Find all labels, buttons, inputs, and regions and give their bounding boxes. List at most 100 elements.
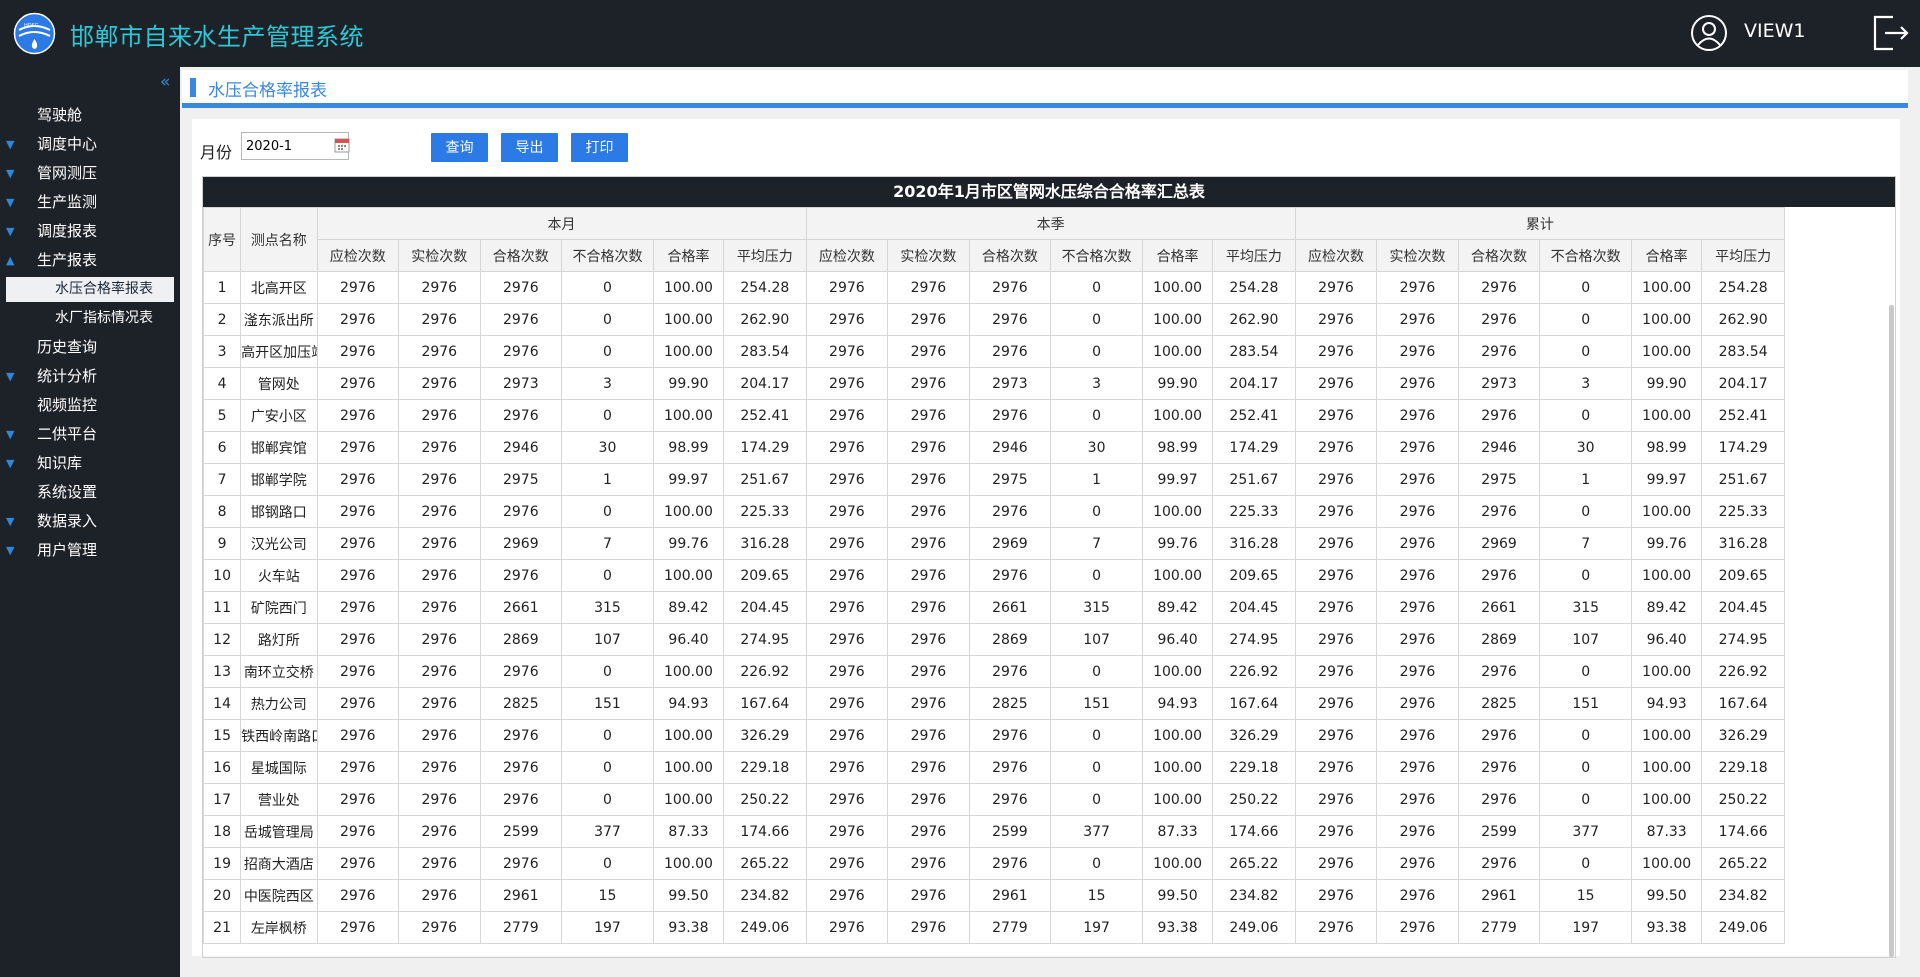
table-cell: 2869 <box>1457 623 1541 656</box>
sidebar-item[interactable]: 系统设置 <box>0 478 180 507</box>
sidebar-item[interactable]: ▼ 知识库 <box>0 449 180 478</box>
table-cell: 98.99 <box>652 431 725 464</box>
table-cell: 5 <box>203 399 242 432</box>
table-cell: 2976 <box>398 815 481 848</box>
table-cell: 2976 <box>1376 719 1459 752</box>
double-chevron-left-icon[interactable]: « <box>160 72 170 92</box>
sidebar-item[interactable]: ▼ 用户管理 <box>0 536 180 565</box>
table-row: 15 铁西岭南路口 2976 2976 2976 0 100.00 326.29 2976 297… <box>203 719 1785 752</box>
table-cell: 2976 <box>316 815 400 848</box>
table-cell: 2976 <box>1457 751 1541 784</box>
table-cell: 2976 <box>1294 335 1378 368</box>
table-cell: 0 <box>1539 559 1633 592</box>
table-row: 3 高开区加压站 2976 2976 2976 0 100.00 283.54 2976 2976… <box>203 335 1785 368</box>
table-cell: 2976 <box>398 399 481 432</box>
user-name[interactable]: VIEW1 <box>1744 20 1805 42</box>
sidebar-item[interactable]: ▼ 生产监测 <box>0 188 180 217</box>
table-cell: 16 <box>203 751 242 784</box>
table-cell: 262.90 <box>1701 303 1785 336</box>
table-cell: 229.18 <box>723 751 807 784</box>
table-row: 10 火车站 2976 2976 2976 0 100.00 209.65 2976 2976 29… <box>203 559 1785 592</box>
table-cell: 30 <box>1539 431 1633 464</box>
table-cell: 0 <box>561 847 654 880</box>
table-cell: 151 <box>1050 687 1143 720</box>
table-cell: 0 <box>1539 847 1633 880</box>
table-cell: 2976 <box>1294 655 1378 688</box>
table-cell: 2976 <box>316 271 400 304</box>
table-cell: 100.00 <box>1141 335 1214 368</box>
table-cell: 2976 <box>805 847 889 880</box>
table-cell: 2976 <box>398 879 481 912</box>
sidebar-subitem[interactable]: 水厂指标情况表 <box>0 304 180 333</box>
sidebar-subitem-active[interactable]: 水压合格率报表 <box>6 277 174 302</box>
user-icon[interactable] <box>1690 14 1728 52</box>
table-cell: 2976 <box>1294 911 1378 944</box>
sidebar-item[interactable]: ▼ 二供平台 <box>0 420 180 449</box>
table-cell: 2976 <box>887 911 970 944</box>
table-cell: 254.28 <box>1701 271 1785 304</box>
table-cell: 100.00 <box>1141 783 1214 816</box>
sidebar-item-label: 驾驶舱 <box>37 106 83 124</box>
table-row: 18 岳城管理局 2976 2976 2599 377 87.33 174.66 2976 297… <box>203 815 1785 848</box>
table-cell: 249.06 <box>1701 911 1785 944</box>
table-cell: 2976 <box>805 591 889 624</box>
table-cell: 107 <box>1539 623 1633 656</box>
table-cell: 0 <box>1050 719 1143 752</box>
table-cell: 377 <box>1050 815 1143 848</box>
table-cell: 265.22 <box>1701 847 1785 880</box>
table-cell: 15 <box>203 719 242 752</box>
table-cell: 262.90 <box>723 303 807 336</box>
table-cell: 265.22 <box>1212 847 1296 880</box>
table-cell: 7 <box>1050 527 1143 560</box>
table-cell: 99.97 <box>652 463 725 496</box>
report-panel: 月份 查询 导出 打印 2020年1月市区管网水压综合合格率汇总表 序号 测点名… <box>192 119 1900 958</box>
sidebar-item[interactable]: 视频监控 <box>0 391 180 420</box>
table-cell: 2976 <box>1457 655 1541 688</box>
vertical-scrollbar[interactable] <box>1889 305 1894 957</box>
sidebar-item[interactable]: ▲ 生产报表 <box>0 246 180 275</box>
table-cell: 2976 <box>805 495 889 528</box>
table-cell: 0 <box>1539 783 1633 816</box>
sidebar-item[interactable]: 历史查询 <box>0 333 180 362</box>
app-title: 邯郸市自来水生产管理系统 <box>70 23 364 51</box>
sidebar-item[interactable]: ▼ 数据录入 <box>0 507 180 536</box>
sidebar-item[interactable]: 驾驶舱 <box>0 101 180 130</box>
table-cell: 100.00 <box>652 847 725 880</box>
table-cell: 2599 <box>968 815 1052 848</box>
table-cell: 4 <box>203 367 242 400</box>
table-cell: 0 <box>1050 655 1143 688</box>
table-cell: 0 <box>1050 399 1143 432</box>
table-cell: 2661 <box>968 591 1052 624</box>
table-cell: 100.00 <box>1141 655 1214 688</box>
table-cell: 热力公司 <box>240 687 318 720</box>
calendar-icon[interactable] <box>334 137 350 153</box>
sidebar-item[interactable]: ▼ 调度报表 <box>0 217 180 246</box>
table-cell: 2976 <box>887 751 970 784</box>
table-cell: 99.90 <box>1141 367 1214 400</box>
table-cell: 2976 <box>1294 559 1378 592</box>
header-divider <box>182 103 1908 108</box>
table-cell: 2976 <box>316 335 400 368</box>
sidebar-item[interactable]: ▼ 统计分析 <box>0 362 180 391</box>
table-cell: 2976 <box>805 879 889 912</box>
sidebar-item[interactable]: ▼ 调度中心 <box>0 130 180 159</box>
table-cell: 2976 <box>1457 495 1541 528</box>
table-cell: 2976 <box>1294 271 1378 304</box>
table-cell: 89.42 <box>652 591 725 624</box>
export-button[interactable]: 导出 <box>501 133 558 162</box>
table-cell: 2976 <box>968 303 1052 336</box>
query-button[interactable]: 查询 <box>431 133 488 162</box>
col-header: 合格次数 <box>968 239 1052 272</box>
table-cell: 0 <box>561 783 654 816</box>
table-cell: 2976 <box>887 623 970 656</box>
table-cell: 2976 <box>805 719 889 752</box>
table-cell: 3 <box>203 335 242 368</box>
sidebar-item[interactable]: ▼ 管网测压 <box>0 159 180 188</box>
table-cell: 262.90 <box>1212 303 1296 336</box>
print-button[interactable]: 打印 <box>571 133 628 162</box>
table-cell: 315 <box>1539 591 1633 624</box>
logout-icon[interactable] <box>1871 13 1911 53</box>
month-input[interactable] <box>241 132 349 160</box>
table-row: 20 中医院西区 2976 2976 2961 15 99.50 234.82 2976 2976… <box>203 879 1785 912</box>
col-header: 合格率 <box>1141 239 1214 272</box>
